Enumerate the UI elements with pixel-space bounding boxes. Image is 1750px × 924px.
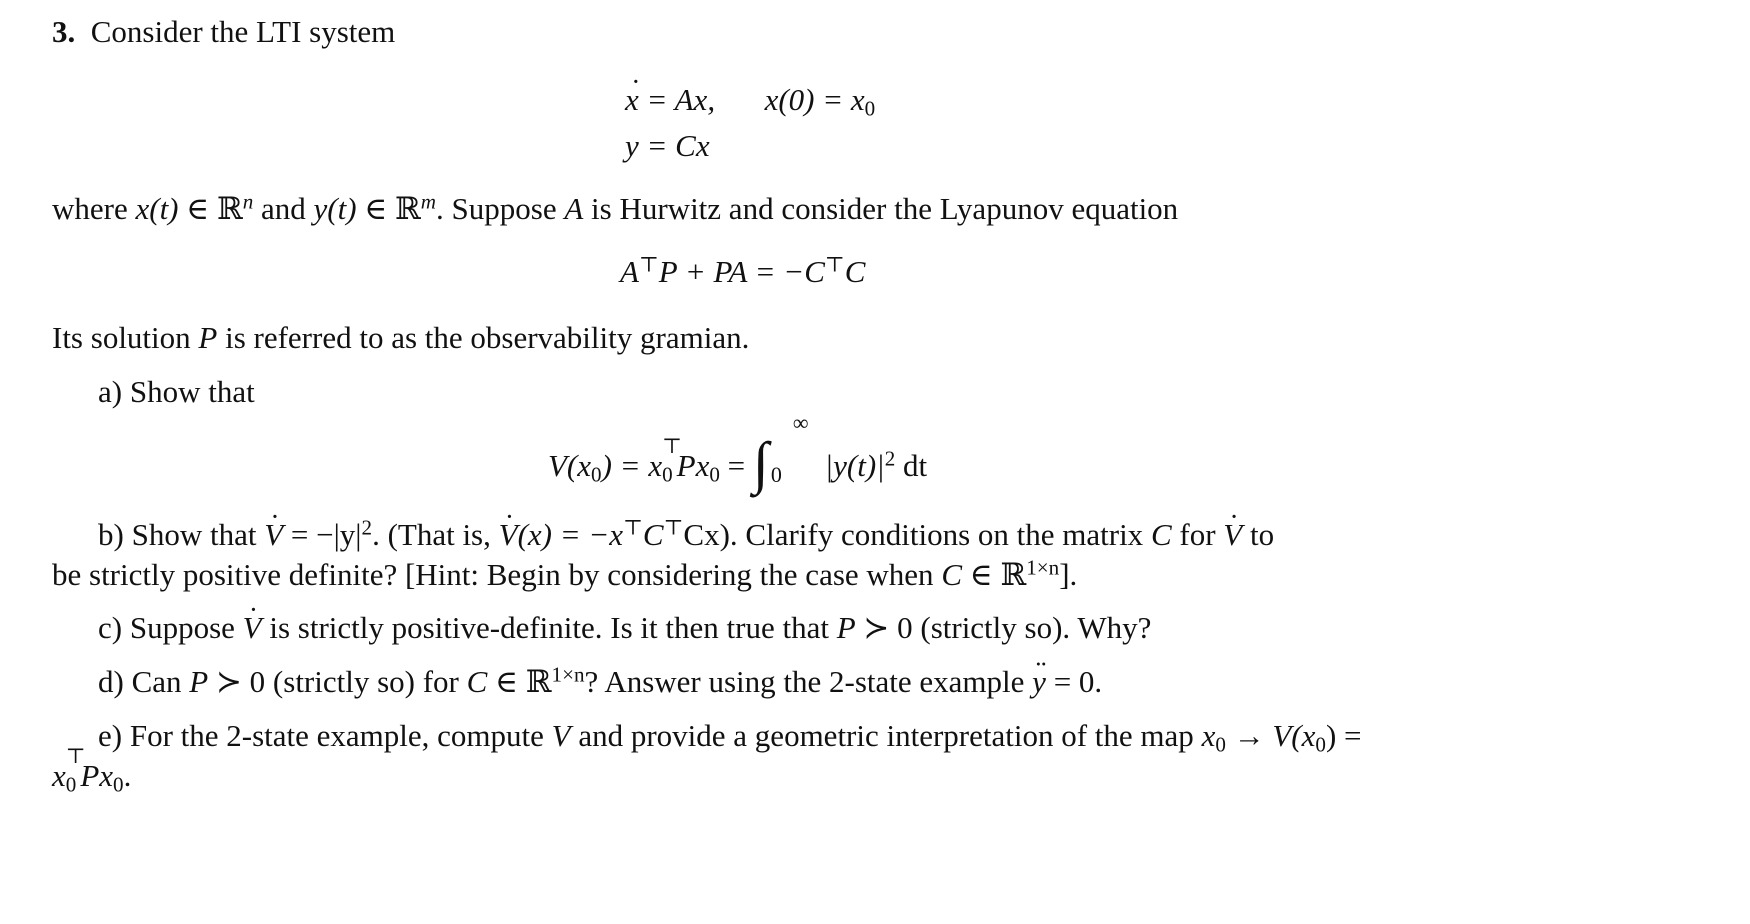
part-a-equation: V(x0) = x ⊤ 0 Px0 = ∫ ∞ 0 |y(t)|2 dt <box>548 410 928 495</box>
part-e-line-2: x ⊤ 0 Px0. <box>52 744 132 797</box>
lyapunov-equation: A⊤P + PA = −C⊤C <box>620 252 866 289</box>
solution-paragraph: Its solution P is referred to as the obs… <box>52 320 750 355</box>
state-equation-rhs: = Ax, <box>646 82 716 117</box>
problem-intro: Consider the LTI system <box>90 14 396 49</box>
where-paragraph: where x(t) ∈ ℝn and y(t) ∈ ℝm. Suppose A… <box>52 189 1179 226</box>
part-e-line-1: e) For the 2-state example, compute V an… <box>98 718 1362 757</box>
output-equation: y = Cx <box>625 128 710 163</box>
integral-sign: ∫ ∞ 0 <box>752 410 809 495</box>
problem-number: 3. <box>52 14 76 49</box>
part-b-line-1: b) Show that V = −|y|2. (That is, V(x) =… <box>98 509 1274 550</box>
initial-condition: x(0) = x0 <box>764 82 876 121</box>
state-equation: x = Ax, x(0) = x0 <box>625 74 876 121</box>
x-dot: x <box>625 74 641 115</box>
part-c: c) Suppose V is strictly positive-defini… <box>98 602 1151 643</box>
part-b-line-2: be strictly positive definite? [Hint: Be… <box>52 555 1078 592</box>
part-a-label: a) Show that <box>98 374 255 409</box>
problem-heading: 3. Consider the LTI system <box>52 16 395 47</box>
part-d: d) Can P ≻ 0 (strictly so) for C ∈ ℝ1×n?… <box>98 656 1102 697</box>
